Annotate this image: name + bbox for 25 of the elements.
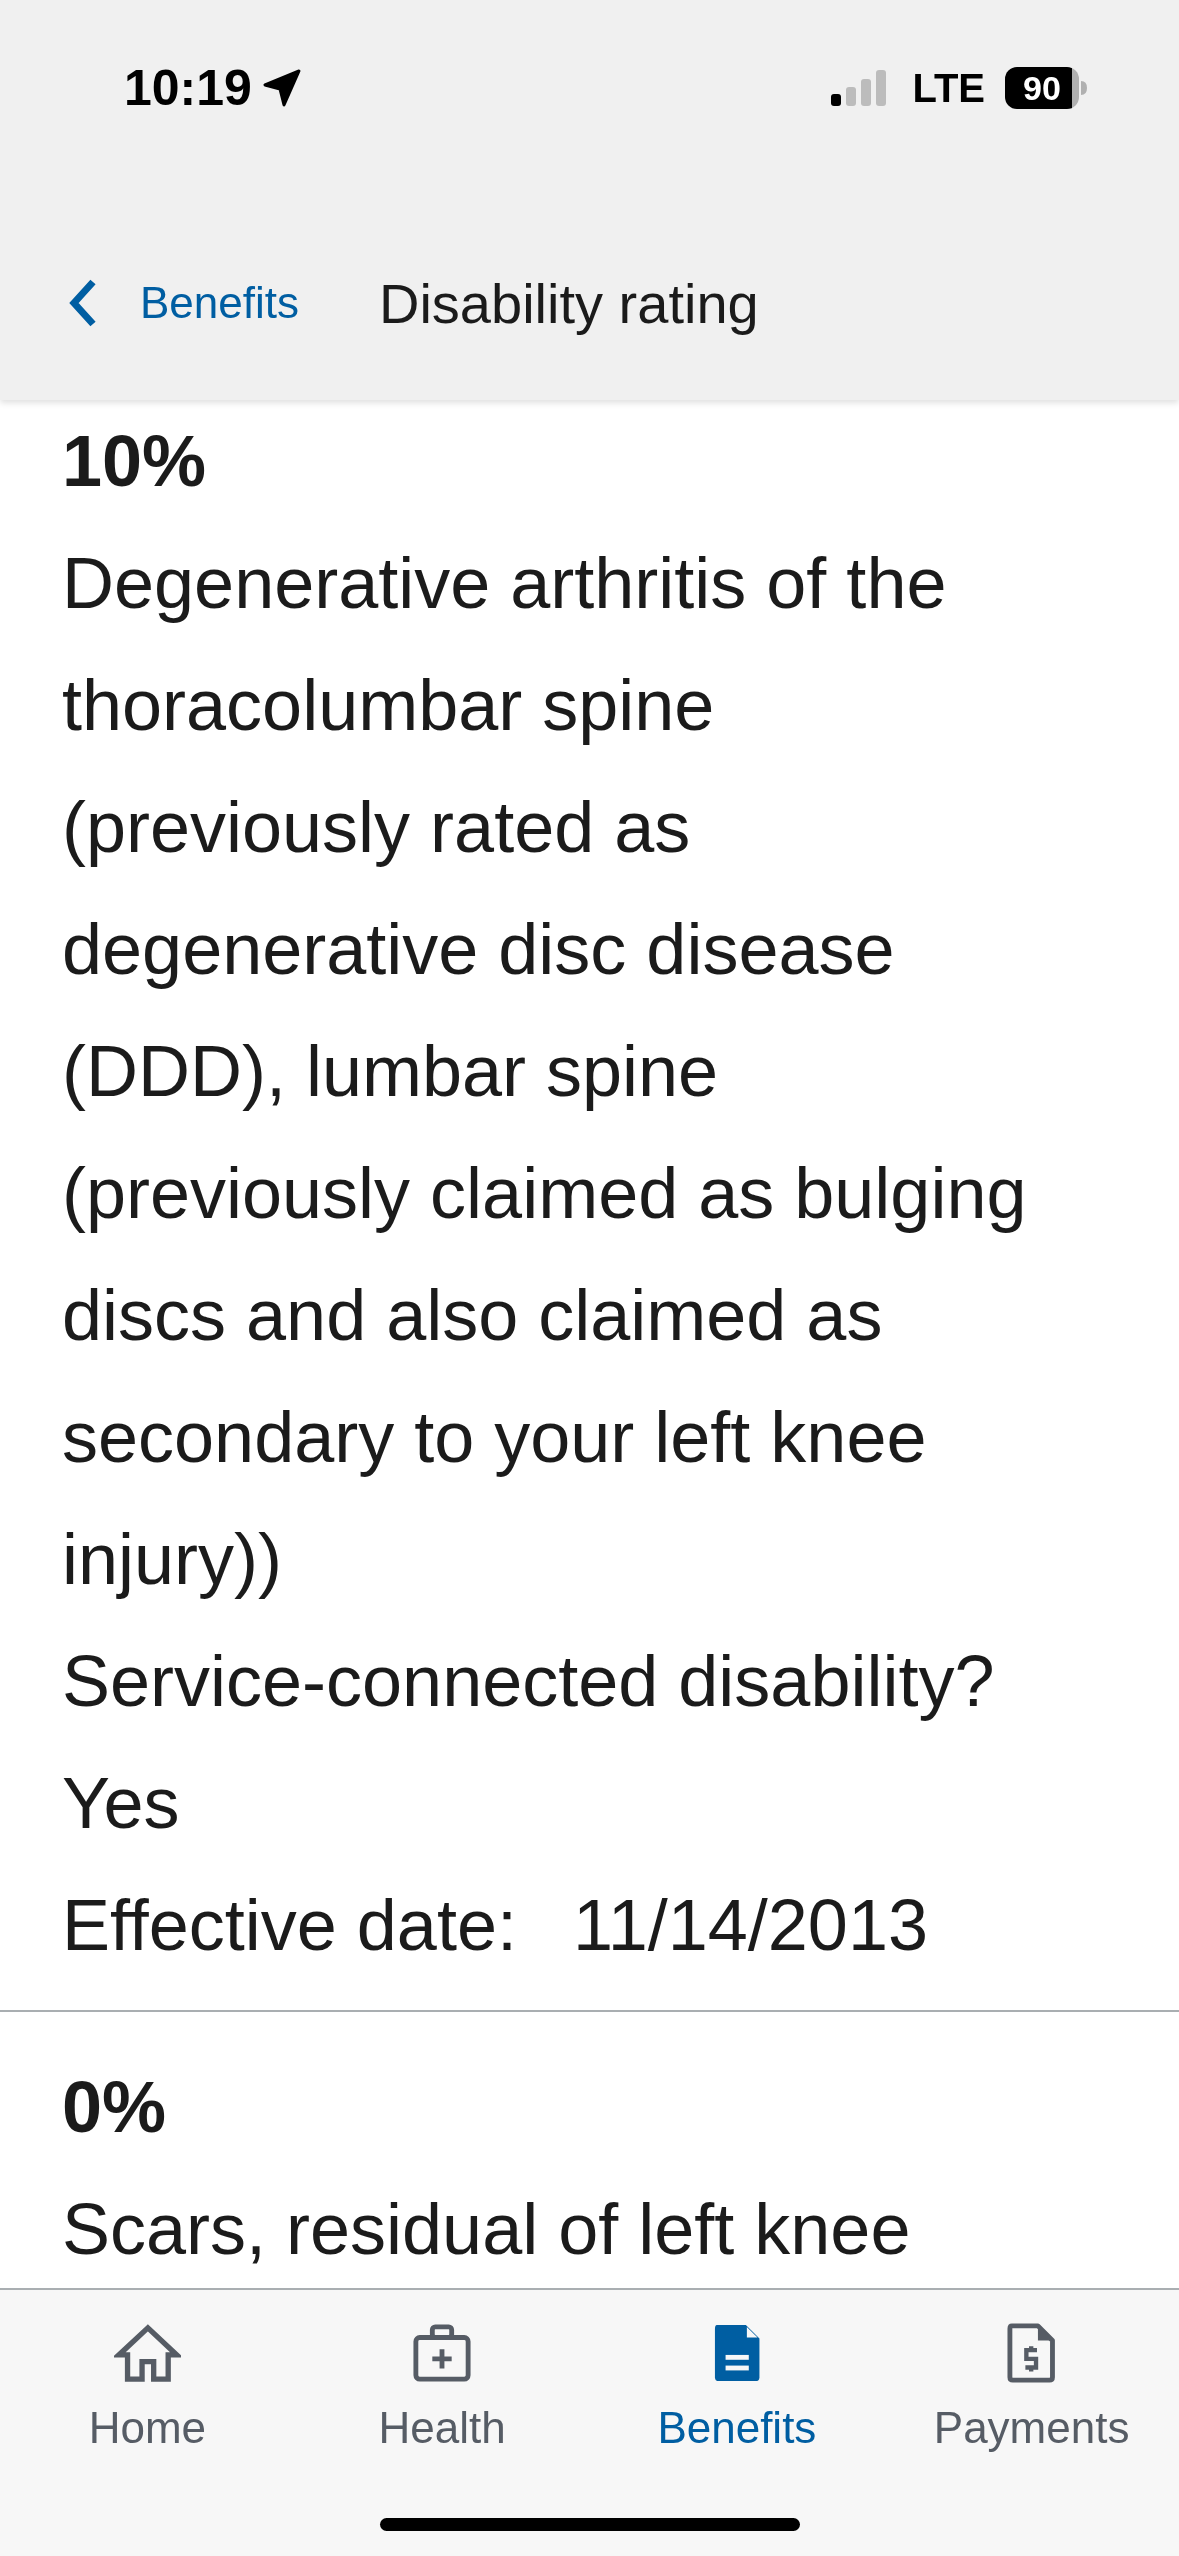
effective-date-label: Effective date: [62, 1885, 517, 1965]
signal-bars-icon [831, 70, 889, 106]
location-arrow-icon [261, 68, 302, 108]
status-time: 10:19 [124, 63, 252, 113]
service-connected-label: Service-connected disability? [62, 1640, 996, 1723]
back-button[interactable]: Benefits [68, 278, 299, 328]
condition-description: Scars, residual of left knee [62, 2188, 912, 2271]
network-type: LTE [912, 68, 985, 108]
rating-percent: 0% [62, 2066, 168, 2149]
rating-percent: 10% [62, 420, 208, 503]
house-icon [113, 2323, 182, 2383]
tab-button[interactable]: Benefits [589, 2290, 885, 2456]
tab-button[interactable]: Health [294, 2290, 590, 2456]
dollar-document-icon [1007, 2323, 1056, 2383]
first-aid-kit-icon [412, 2323, 473, 2383]
document-icon [712, 2323, 762, 2383]
page-title: Disability rating [379, 270, 759, 336]
chevron-left-icon [68, 278, 98, 328]
tab-button[interactable]: Payments [884, 2290, 1179, 2456]
tab-button[interactable]: Home [0, 2290, 295, 2456]
battery-level: 90 [1005, 67, 1079, 109]
battery-cap-icon [1081, 81, 1087, 95]
condition-description: Degenerative arthritis of the thoracolumbar spine (previously rated as degenerative disc disease (DDD), lumbar spine (previously claimed as bulging discs and also claimed as secondary to your left knee injury)) [62, 542, 1028, 1601]
service-connected-value: Yes [62, 1762, 181, 1845]
effective-date-value: 11/14/2013 [573, 1885, 928, 1965]
